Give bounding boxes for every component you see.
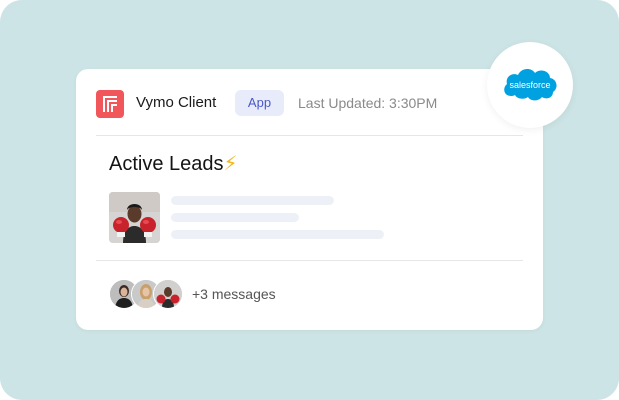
last-updated-text: Last Updated: 3:30PM bbox=[298, 95, 438, 111]
footer-divider bbox=[96, 260, 523, 261]
skeleton-line bbox=[171, 213, 299, 222]
salesforce-cloud-icon: salesforce bbox=[501, 62, 559, 106]
messages-count[interactable]: +3 messages bbox=[192, 286, 276, 302]
app-badge[interactable]: App bbox=[235, 90, 284, 116]
lead-photo[interactable] bbox=[109, 192, 160, 243]
avatar-group[interactable] bbox=[109, 279, 189, 309]
leads-card: Vymo Client App Last Updated: 3:30PM Act… bbox=[76, 69, 543, 330]
avatar bbox=[153, 279, 183, 309]
salesforce-logo-text: salesforce bbox=[509, 80, 550, 90]
app-title: Vymo Client bbox=[136, 94, 217, 111]
skeleton-line bbox=[171, 230, 384, 239]
vymo-logo-icon bbox=[96, 90, 124, 118]
card-header: Vymo Client App Last Updated: 3:30PM bbox=[76, 69, 543, 135]
background-canvas: Vymo Client App Last Updated: 3:30PM Act… bbox=[0, 0, 619, 400]
lightning-icon: ⚡ bbox=[223, 153, 238, 175]
salesforce-badge[interactable]: salesforce bbox=[487, 42, 573, 128]
header-divider bbox=[96, 135, 523, 136]
section-title-text: Active Leads bbox=[109, 153, 224, 175]
section-title: Active Leads⚡ bbox=[109, 151, 238, 176]
skeleton-line bbox=[171, 196, 334, 205]
